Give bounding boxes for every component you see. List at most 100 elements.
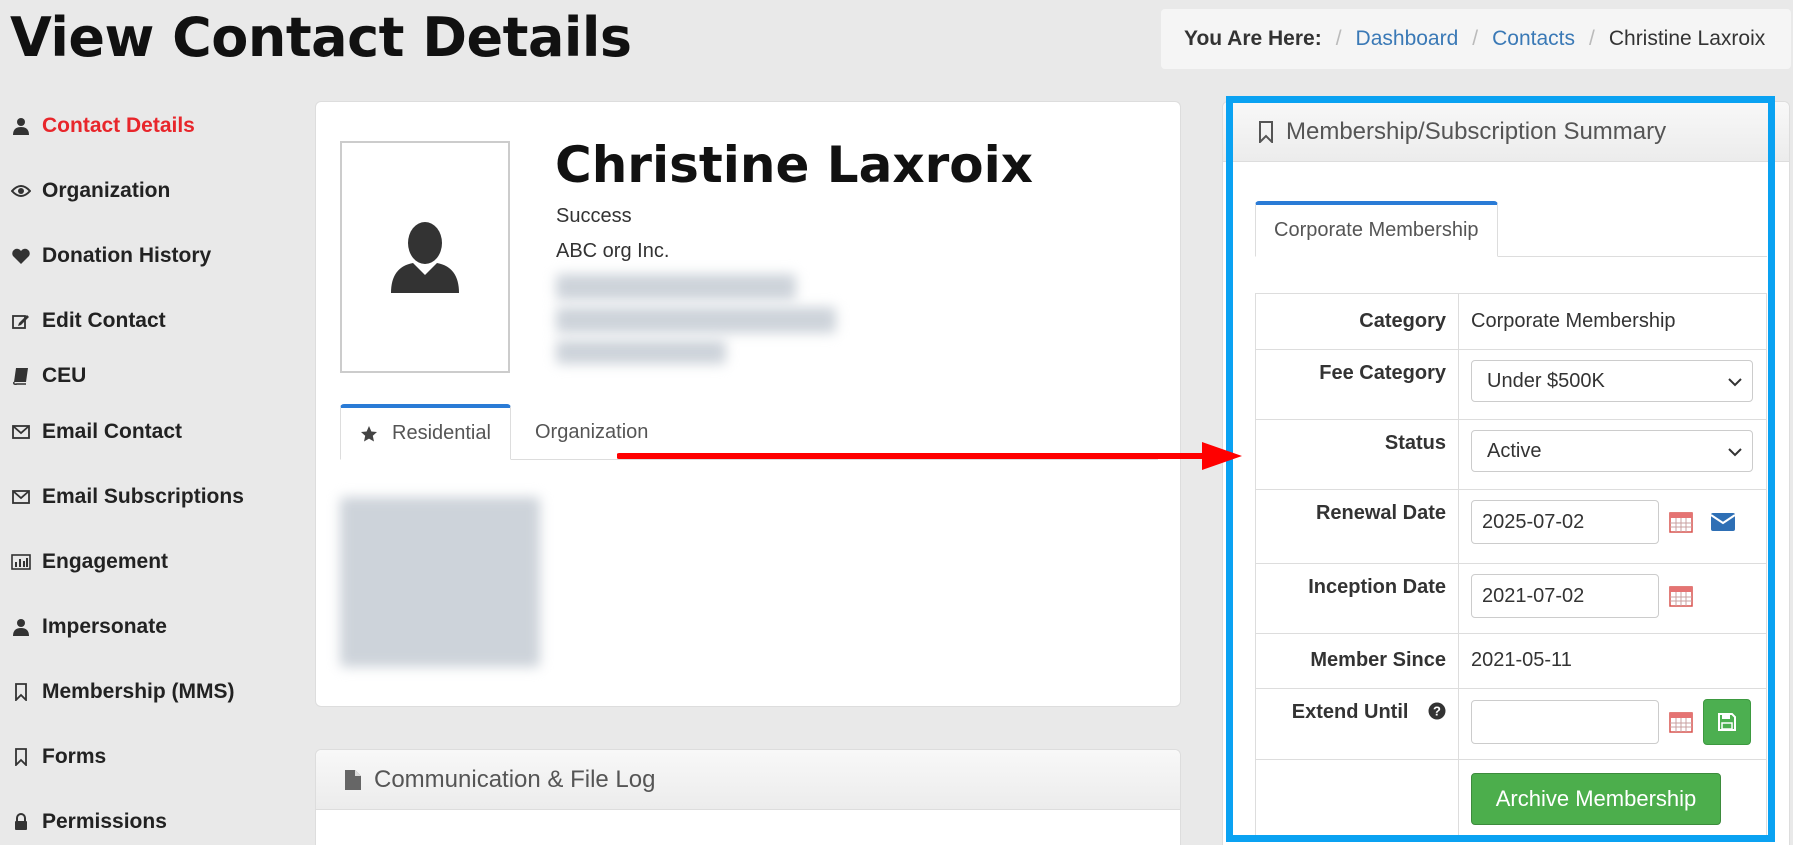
sidebar-item-contact-details[interactable]: Contact Details	[10, 114, 195, 138]
sidebar-item-label: Engagement	[42, 550, 169, 573]
sidebar-item-label: Impersonate	[42, 615, 167, 638]
sidebar-item-label: CEU	[42, 364, 87, 387]
status-label: Status	[1255, 419, 1459, 490]
renewal-date-label: Renewal Date	[1255, 489, 1459, 564]
file-log-title: Communication & File Log	[374, 765, 656, 793]
renewal-date-input[interactable]: 2025-07-02	[1471, 500, 1659, 544]
sidebar-item-label: Donation History	[42, 244, 212, 267]
sidebar-item-label: Permissions	[42, 810, 167, 833]
inception-date-label: Inception Date	[1255, 563, 1459, 634]
page-title: View Contact Details	[10, 6, 632, 69]
row-category: Category Corporate Membership	[1255, 293, 1767, 350]
sidebar-item-edit-contact[interactable]: Edit Contact	[10, 309, 166, 333]
tab-corporate-membership[interactable]: Corporate Membership	[1255, 201, 1498, 257]
status-selected: Active	[1487, 439, 1542, 462]
redacted-address	[556, 340, 726, 364]
contact-status: Success	[556, 205, 632, 227]
sidebar-item-engagement[interactable]: Engagement	[10, 550, 168, 574]
save-button[interactable]	[1703, 699, 1751, 745]
breadcrumb-label: You Are Here:	[1184, 27, 1322, 50]
membership-header: Membership/Subscription Summary	[1223, 102, 1789, 162]
row-renewal-date: Renewal Date 2025-07-02	[1255, 489, 1767, 564]
help-icon[interactable]: ?	[1428, 702, 1446, 720]
sidebar-item-label: Forms	[42, 745, 107, 768]
bookmark-icon	[10, 681, 32, 703]
inception-date-input[interactable]: 2021-07-02	[1471, 574, 1659, 618]
user-icon	[10, 616, 32, 638]
chevron-down-icon	[1728, 370, 1742, 393]
redacted-residential-info	[340, 497, 540, 667]
star-icon	[360, 425, 378, 443]
membership-title: Membership/Subscription Summary	[1286, 117, 1667, 145]
sidebar-item-email-subscriptions[interactable]: Email Subscriptions	[10, 485, 244, 509]
calendar-icon[interactable]	[1669, 711, 1693, 733]
member-since-value: 2021-05-11	[1458, 633, 1767, 689]
sidebar-item-label: Edit Contact	[42, 309, 166, 332]
bookmark-icon	[10, 746, 32, 768]
membership-panel: Membership/Subscription Summary Corporat…	[1222, 101, 1790, 845]
sidebar-item-label: Email Subscriptions	[42, 485, 244, 508]
envelope-icon[interactable]	[1710, 513, 1736, 531]
extend-until-label: Extend Until	[1291, 701, 1409, 723]
archive-membership-button[interactable]: Archive Membership	[1471, 773, 1721, 825]
row-inception-date: Inception Date 2021-07-02	[1255, 563, 1767, 634]
calendar-icon[interactable]	[1669, 585, 1693, 607]
edit-icon	[10, 310, 32, 332]
breadcrumb-dashboard-link[interactable]: Dashboard	[1356, 27, 1459, 51]
sidebar-item-label: Organization	[42, 179, 171, 202]
sidebar-item-label: Contact Details	[42, 114, 195, 137]
category-label: Category	[1255, 293, 1459, 350]
sidebar-item-donation-history[interactable]: Donation History	[10, 244, 211, 268]
member-since-label: Member Since	[1255, 633, 1459, 689]
fee-category-label: Fee Category	[1255, 349, 1459, 420]
contact-name: Christine Laxroix	[555, 136, 1034, 194]
bookmark-icon	[1258, 120, 1274, 143]
redacted-email	[556, 274, 796, 300]
tab-residential[interactable]: Residential	[340, 404, 511, 460]
membership-details-table: Category Corporate Membership Fee Catego…	[1255, 293, 1767, 840]
sidebar-item-impersonate[interactable]: Impersonate	[10, 615, 167, 639]
sidebar-item-permissions[interactable]: Permissions	[10, 810, 167, 834]
annotation-arrow	[617, 442, 1242, 470]
file-log-header: Communication & File Log	[316, 750, 1180, 810]
file-log-panel: Communication & File Log	[315, 749, 1181, 845]
contact-organization: ABC org Inc.	[556, 240, 670, 262]
bar-chart-icon	[10, 551, 32, 573]
sidebar-item-membership[interactable]: Membership (MMS)	[10, 680, 235, 704]
breadcrumb-contacts-link[interactable]: Contacts	[1492, 27, 1575, 51]
heart-icon	[10, 245, 32, 267]
category-value: Corporate Membership	[1458, 293, 1767, 350]
extend-until-input[interactable]	[1471, 700, 1659, 744]
avatar	[340, 141, 510, 373]
tab-label: Residential	[392, 422, 491, 444]
file-icon	[344, 769, 362, 791]
extend-until-label-cell: Extend Until ?	[1255, 688, 1459, 760]
row-archive: Archive Membership	[1255, 759, 1767, 840]
user-icon	[10, 115, 32, 137]
book-icon	[10, 365, 32, 387]
eye-icon	[10, 180, 32, 202]
sidebar-item-forms[interactable]: Forms	[10, 745, 106, 769]
svg-text:?: ?	[1433, 704, 1441, 719]
chevron-down-icon	[1728, 440, 1742, 463]
calendar-icon[interactable]	[1669, 511, 1693, 533]
save-icon	[1718, 713, 1736, 731]
row-member-since: Member Since 2021-05-11	[1255, 633, 1767, 689]
fee-category-selected: Under $500K	[1487, 369, 1605, 392]
lock-icon	[10, 811, 32, 833]
sidebar-item-label: Membership (MMS)	[42, 680, 235, 703]
sidebar-item-email-contact[interactable]: Email Contact	[10, 420, 182, 444]
row-fee-category: Fee Category Under $500K	[1255, 349, 1767, 420]
avatar-placeholder-icon	[391, 222, 459, 293]
status-select[interactable]: Active	[1471, 430, 1753, 472]
sidebar-item-ceu[interactable]: CEU	[10, 364, 86, 388]
row-extend-until: Extend Until ?	[1255, 688, 1767, 760]
envelope-icon	[10, 421, 32, 443]
contact-panel: Christine Laxroix Success ABC org Inc. R…	[315, 101, 1181, 707]
redacted-phone	[556, 307, 836, 333]
sidebar-item-organization[interactable]: Organization	[10, 179, 170, 203]
envelope-icon	[10, 486, 32, 508]
row-status: Status Active	[1255, 419, 1767, 490]
sidebar-item-label: Email Contact	[42, 420, 183, 443]
fee-category-select[interactable]: Under $500K	[1471, 360, 1753, 402]
